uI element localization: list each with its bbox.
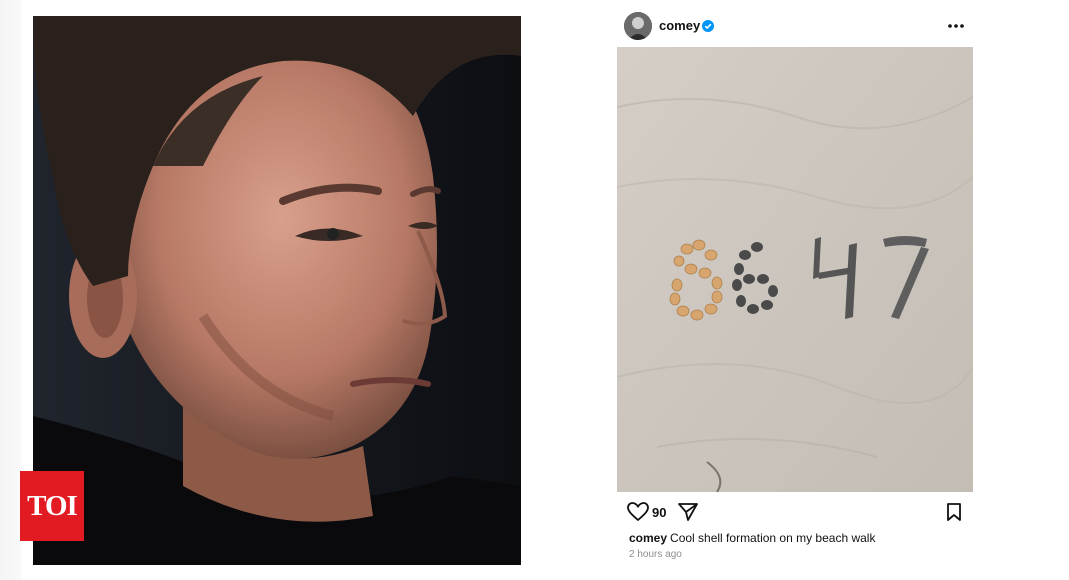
like-count: 90: [652, 505, 667, 520]
bookmark-icon[interactable]: [945, 502, 963, 522]
more-options-icon[interactable]: [946, 16, 966, 36]
post-timestamp: 2 hours ago: [629, 549, 682, 560]
news-photo-portrait: [33, 16, 521, 565]
avatar[interactable]: [624, 12, 652, 40]
share-icon[interactable]: [677, 502, 699, 522]
caption-username[interactable]: comey: [629, 531, 667, 545]
heart-icon[interactable]: [627, 502, 649, 522]
post-actions: 90: [627, 500, 967, 524]
post-username[interactable]: comey: [659, 18, 700, 33]
left-margin: [0, 0, 22, 580]
verified-badge-icon: [702, 19, 714, 32]
toi-logo: TOI: [20, 471, 84, 541]
post-header: comey: [624, 12, 974, 40]
post-image-sand[interactable]: [617, 47, 973, 492]
post-caption: comey Cool shell formation on my beach wa…: [629, 531, 875, 545]
caption-text: Cool shell formation on my beach walk: [670, 531, 876, 545]
